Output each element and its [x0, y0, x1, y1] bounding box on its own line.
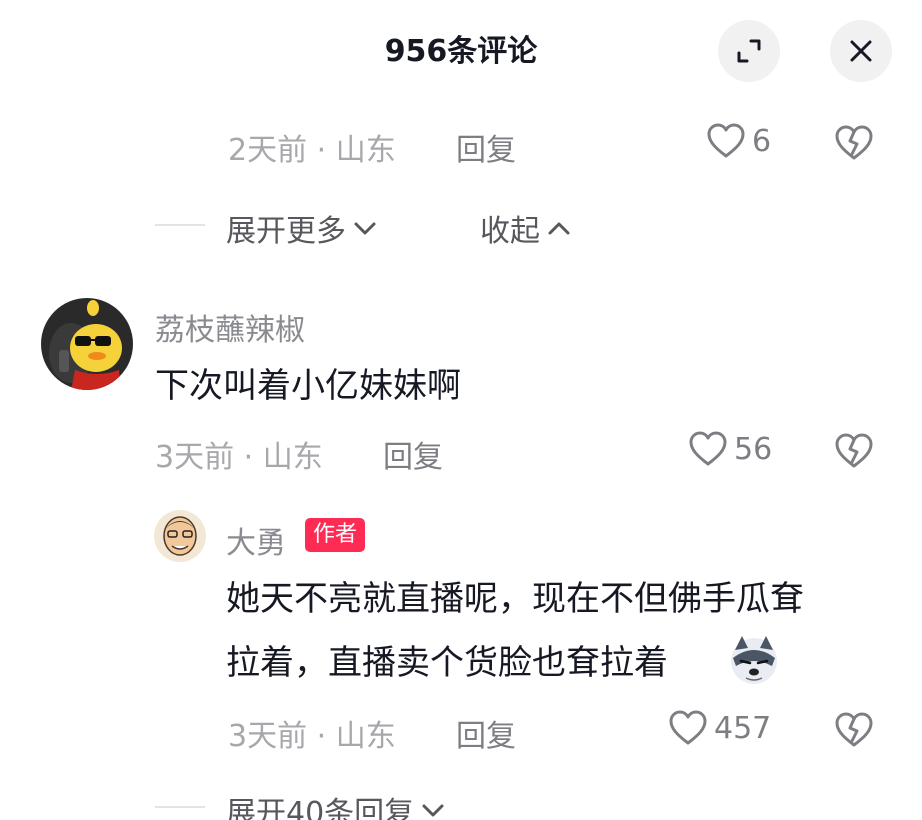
expand-more-button[interactable]: 展开更多	[226, 206, 378, 250]
prev-like-button[interactable]: 6	[706, 122, 771, 160]
expand-replies-label: 展开40条回复	[226, 796, 415, 820]
reply-like-button[interactable]: 457	[668, 709, 771, 747]
close-icon	[850, 40, 872, 62]
heart-icon	[689, 431, 727, 466]
author-badge: 作者	[305, 518, 366, 552]
comment-username[interactable]: 荔枝蘸辣椒	[155, 305, 305, 349]
expand-button[interactable]	[718, 20, 780, 82]
page-title: 956条评论	[384, 34, 538, 69]
divider-line	[155, 224, 205, 226]
reply-time-location: 3天前 · 山东	[228, 719, 396, 754]
reply-reply-button[interactable]: 回复	[456, 711, 516, 755]
reply-username[interactable]: 大勇	[226, 518, 286, 562]
avatar[interactable]	[154, 510, 206, 562]
heart-icon	[669, 710, 707, 745]
cartoon-avatar-image	[154, 510, 206, 562]
prev-dislike-button[interactable]	[834, 124, 874, 166]
comment-time-location: 3天前 · 山东	[155, 440, 323, 475]
wolf-emoji-icon	[728, 634, 780, 686]
chevron-up-icon	[548, 222, 570, 235]
comment-dislike-button[interactable]	[834, 432, 874, 474]
reply-text-line2: 拉着，直播卖个货脸也耷拉着	[226, 643, 668, 683]
chevron-down-icon	[422, 804, 444, 817]
prev-reply-button[interactable]: 回复	[456, 125, 516, 169]
like-count: 56	[734, 431, 773, 467]
close-button[interactable]	[830, 20, 892, 82]
reply-text-line1: 她天不亮就直播呢，现在不但佛手瓜耷	[226, 579, 804, 619]
expand-more-label: 展开更多	[226, 214, 346, 249]
comment-like-button[interactable]: 56	[688, 430, 772, 468]
like-count: 6	[752, 123, 772, 159]
collapse-label: 收起	[480, 214, 540, 249]
reply-dislike-button[interactable]	[834, 711, 874, 753]
avatar[interactable]	[41, 298, 133, 390]
broken-heart-icon	[835, 712, 873, 747]
chevron-down-icon	[354, 222, 376, 235]
duck-avatar-image	[41, 298, 133, 390]
expand-icon	[737, 39, 761, 63]
prev-reply-time-location: 2天前 · 山东	[228, 133, 396, 168]
comment-text: 下次叫着小亿妹妹啊	[155, 366, 461, 406]
heart-icon	[707, 123, 745, 158]
broken-heart-icon	[835, 433, 873, 468]
broken-heart-icon	[835, 125, 873, 160]
comment-reply-button[interactable]: 回复	[383, 432, 443, 476]
divider-line	[155, 806, 205, 808]
collapse-button[interactable]: 收起	[480, 206, 572, 250]
like-count: 457	[714, 710, 772, 746]
expand-replies-button[interactable]: 展开40条回复	[226, 788, 446, 820]
